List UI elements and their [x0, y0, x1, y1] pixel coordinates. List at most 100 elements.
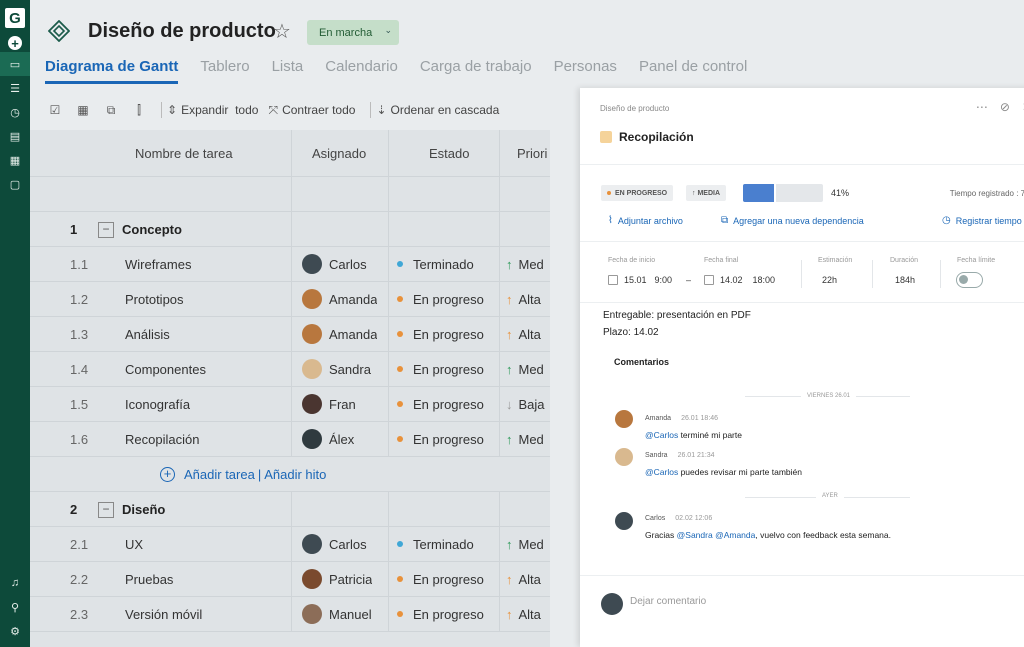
status-cell[interactable]: En progreso — [397, 562, 484, 596]
group-row[interactable]: 2 − Diseño — [30, 492, 550, 527]
assignee-cell[interactable]: Álex — [302, 422, 354, 456]
breadcrumb[interactable]: Diseño de producto — [600, 104, 669, 113]
end-date-field[interactable]: 14.02 18:00 — [704, 275, 775, 285]
calendar-view-icon[interactable]: ▦ — [72, 103, 94, 117]
project-status-dropdown[interactable]: En marcha ⌄ — [307, 20, 399, 45]
checkbox-icon[interactable]: ☑ — [44, 103, 66, 117]
priority-cell[interactable]: ↑ Med — [506, 527, 544, 561]
settings-icon[interactable]: ⚙ — [0, 619, 30, 643]
search-icon[interactable]: ⚲ — [0, 595, 30, 619]
progress-bar[interactable] — [743, 184, 823, 202]
assignee-cell[interactable]: Amanda — [302, 282, 377, 316]
collapse-toggle-icon[interactable]: − — [98, 502, 114, 518]
add-circle-icon[interactable]: + — [160, 466, 175, 482]
priority-cell[interactable]: ↑ Med — [506, 422, 544, 456]
task-title-text[interactable]: Recopilación — [619, 130, 694, 144]
description-line[interactable]: Entregable: presentación en PDF — [603, 310, 751, 321]
table-row[interactable]: 2.3 Versión móvil Manuel En progreso ↑ Alta — [30, 597, 550, 632]
status-cell[interactable]: En progreso — [397, 352, 484, 386]
expand-all-button[interactable]: ⇕ Expandir todo — [167, 103, 258, 117]
cascade-sort-button[interactable]: ⇣ Ordenar en cascada — [376, 103, 499, 117]
start-date-field[interactable]: 15.01 9:00 — [608, 275, 672, 285]
priority-cell[interactable]: ↓ Baja — [506, 387, 545, 421]
add-dependency-button[interactable]: ⧉ Agregar una nueva dependencia — [721, 215, 864, 226]
priority-cell[interactable]: ↑ Alta — [506, 597, 541, 631]
task-name[interactable]: Iconografía — [125, 387, 190, 421]
link-icon[interactable]: ⊘ — [1000, 100, 1010, 114]
task-name[interactable]: Pruebas — [125, 562, 173, 596]
assignee-cell[interactable]: Manuel — [302, 597, 372, 631]
status-cell[interactable]: En progreso — [397, 422, 484, 456]
app-logo[interactable]: G — [5, 8, 25, 28]
log-time-button[interactable]: ◷ Registrar tiempo — [942, 215, 1022, 226]
table-row[interactable]: 1.3 Análisis Amanda En progreso ↑ Alta — [30, 317, 550, 352]
task-name[interactable]: UX — [125, 527, 143, 561]
table-row[interactable]: 1.5 Iconografía Fran En progreso ↓ Baja — [30, 387, 550, 422]
priority-cell[interactable]: ↑ Med — [506, 247, 544, 281]
estimate-value[interactable]: 22h — [822, 275, 837, 285]
group-name[interactable]: Diseño — [122, 492, 165, 526]
assignee-cell[interactable]: Fran — [302, 387, 356, 421]
add-milestone-button[interactable]: Añadir hito — [264, 467, 326, 482]
star-icon[interactable]: ☆ — [273, 19, 291, 44]
col-header-assignee[interactable]: Asignado — [312, 130, 366, 176]
group-row[interactable]: 1 − Concepto — [30, 212, 550, 247]
task-name[interactable]: Versión móvil — [125, 597, 202, 631]
col-header-priority[interactable]: Priori — [517, 130, 547, 176]
table-row[interactable]: 2.2 Pruebas Patricia En progreso ↑ Alta — [30, 562, 550, 597]
assignee-cell[interactable]: Amanda — [302, 317, 377, 351]
status-cell[interactable]: En progreso — [397, 317, 484, 351]
more-icon[interactable]: ⋯ — [976, 100, 988, 114]
priority-cell[interactable]: ↑ Alta — [506, 282, 541, 316]
task-name[interactable]: Componentes — [125, 352, 206, 386]
description-line[interactable]: Plazo: 14.02 — [603, 327, 659, 338]
status-cell[interactable]: Terminado — [397, 247, 474, 281]
priority-badge[interactable]: ↑ MEDIA — [686, 185, 726, 201]
table-row[interactable]: 1.4 Componentes Sandra En progreso ↑ Med — [30, 352, 550, 387]
mention[interactable]: @Carlos — [645, 430, 678, 440]
status-cell[interactable]: En progreso — [397, 597, 484, 631]
clock-icon[interactable]: ◷ — [0, 100, 30, 124]
col-header-name[interactable]: Nombre de tarea — [135, 130, 233, 176]
add-icon[interactable]: + — [0, 28, 30, 52]
tab-board[interactable]: Tablero — [200, 58, 249, 84]
chat-icon[interactable]: ▢ — [0, 172, 30, 196]
tab-dashboard[interactable]: Panel de control — [639, 58, 747, 84]
report-icon[interactable]: ▤ — [0, 124, 30, 148]
mention[interactable]: @Amanda — [715, 530, 755, 540]
assignee-cell[interactable]: Patricia — [302, 562, 372, 596]
split-icon[interactable]: ⫿ — [128, 103, 150, 118]
add-task-button[interactable]: Añadir tarea — [184, 467, 255, 482]
table-row[interactable]: 1.2 Prototipos Amanda En progreso ↑ Alta — [30, 282, 550, 317]
status-cell[interactable]: Terminado — [397, 527, 474, 561]
comment-composer[interactable]: Dejar comentario — [580, 575, 1024, 647]
task-name[interactable]: Prototipos — [125, 282, 184, 316]
group-name[interactable]: Concepto — [122, 212, 182, 246]
bell-icon[interactable]: ♫ — [0, 571, 30, 595]
collapse-all-button[interactable]: ⤧ Contraer todo — [268, 103, 355, 118]
task-name[interactable]: Recopilación — [125, 422, 199, 456]
status-badge[interactable]: EN PROGRESO — [601, 185, 674, 201]
tab-list[interactable]: Lista — [272, 58, 304, 84]
priority-cell[interactable]: ↑ Med — [506, 352, 544, 386]
folder-icon[interactable]: ▭ — [0, 52, 30, 76]
tab-people[interactable]: Personas — [554, 58, 617, 84]
table-row[interactable]: 2.1 UX Carlos Terminado ↑ Med — [30, 527, 550, 562]
comment-input[interactable]: Dejar comentario — [630, 596, 706, 607]
task-name[interactable]: Wireframes — [125, 247, 191, 281]
attach-file-button[interactable]: ⌇ Adjuntar archivo — [608, 215, 683, 226]
priority-cell[interactable]: ↑ Alta — [506, 317, 541, 351]
priority-cell[interactable]: ↑ Alta — [506, 562, 541, 596]
status-cell[interactable]: En progreso — [397, 387, 484, 421]
task-name[interactable]: Análisis — [125, 317, 170, 351]
table-row[interactable]: 1.6 Recopilación Álex En progreso ↑ Med — [30, 422, 550, 457]
mention[interactable]: @Carlos — [645, 467, 678, 477]
mention[interactable]: @Sandra — [677, 530, 713, 540]
grid-icon[interactable]: ▦ — [0, 148, 30, 172]
status-cell[interactable]: En progreso — [397, 282, 484, 316]
deadline-toggle[interactable] — [956, 272, 983, 288]
list-icon[interactable]: ☰ — [0, 76, 30, 100]
tab-calendar[interactable]: Calendario — [325, 58, 398, 84]
tab-gantt[interactable]: Diagrama de Gantt — [45, 58, 179, 84]
assignee-cell[interactable]: Carlos — [302, 247, 367, 281]
